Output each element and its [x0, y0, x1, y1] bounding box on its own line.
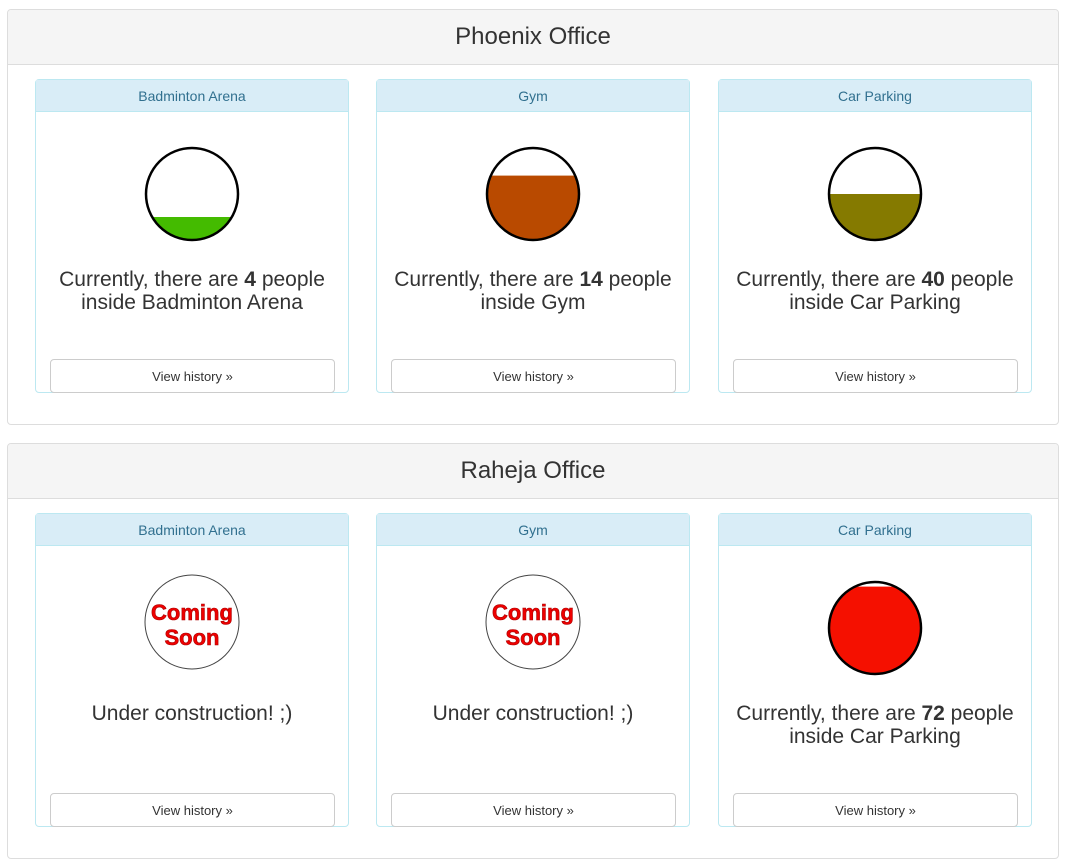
svg-text:Soon: Soon [506, 625, 561, 650]
facility-title: Badminton Arena [36, 80, 348, 112]
people-count: 4 [244, 268, 256, 291]
facility-title: Car Parking [719, 80, 1031, 112]
coming-soon-badge: Coming Soon [144, 574, 240, 670]
facility-card-car-parking: Car Parking Currently, there are 72 peop… [718, 513, 1032, 827]
svg-text:Soon: Soon [165, 625, 220, 650]
view-history-button[interactable]: View history » [50, 793, 335, 827]
construction-text: Under construction! ;) [91, 702, 293, 725]
facility-title: Badminton Arena [36, 514, 348, 546]
facility-card-badminton: Badminton Arena Currently, there are 4 p… [35, 79, 349, 393]
view-history-button[interactable]: View history » [391, 359, 676, 393]
view-history-button[interactable]: View history » [733, 359, 1018, 393]
gauge-fill [829, 194, 921, 240]
construction-text: Under construction! ;) [432, 702, 634, 725]
occupancy-gauge [485, 146, 581, 242]
svg-text:Coming: Coming [151, 600, 233, 625]
occupancy-text: Currently, there are 72 people inside Ca… [736, 702, 1014, 748]
gauge-fill [487, 175, 579, 240]
occupancy-gauge [827, 580, 923, 676]
view-history-button[interactable]: View history » [50, 359, 335, 393]
occupancy-gauge [144, 146, 240, 242]
facility-card-gym: Gym Coming Soon Under construction! ;) V… [376, 513, 690, 827]
facility-card-car-parking: Car Parking Currently, there are 40 peop… [718, 79, 1032, 393]
facility-title: Gym [377, 80, 689, 112]
office-title: Phoenix Office [8, 10, 1058, 65]
facility-title: Gym [377, 514, 689, 546]
facility-card-gym: Gym Currently, there are 14 people insid… [376, 79, 690, 393]
occupancy-text: Currently, there are 14 people inside Gy… [394, 268, 672, 314]
occupancy-gauge [827, 146, 923, 242]
people-count: 14 [579, 268, 603, 291]
svg-text:Coming: Coming [492, 600, 574, 625]
office-panel-phoenix: Phoenix Office Badminton Arena Currently… [7, 9, 1059, 425]
view-history-button[interactable]: View history » [733, 793, 1018, 827]
occupancy-text: Currently, there are 40 people inside Ca… [736, 268, 1014, 314]
people-count: 40 [921, 268, 945, 291]
facility-card-badminton: Badminton Arena Coming Soon Under constr… [35, 513, 349, 827]
occupancy-text: Currently, there are 4 people inside Bad… [59, 268, 325, 314]
office-panel-raheja: Raheja Office Badminton Arena Coming Soo… [7, 443, 1059, 859]
coming-soon-badge: Coming Soon [485, 574, 581, 670]
view-history-button[interactable]: View history » [391, 793, 676, 827]
people-count: 72 [921, 702, 945, 725]
office-title: Raheja Office [8, 444, 1058, 499]
facility-title: Car Parking [719, 514, 1031, 546]
